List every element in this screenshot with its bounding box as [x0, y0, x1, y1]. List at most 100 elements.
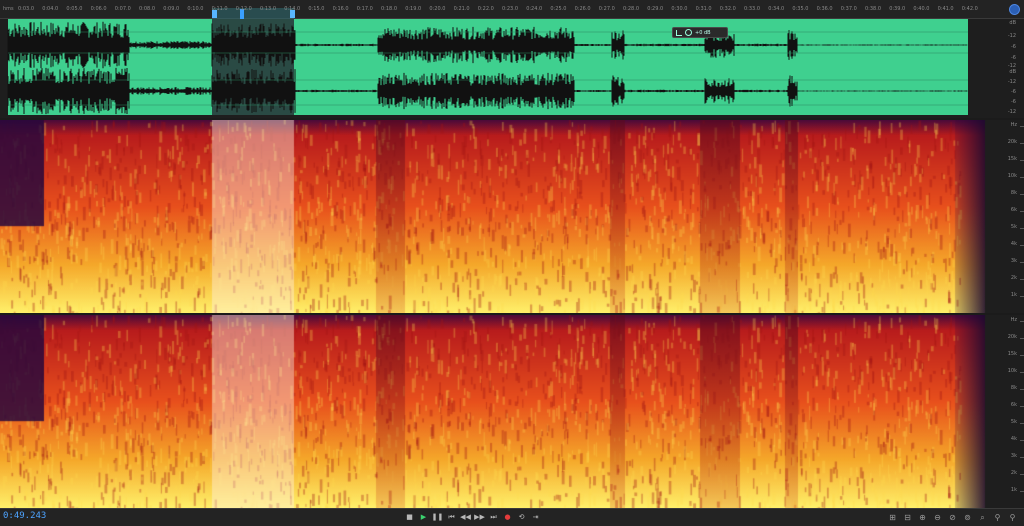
current-time-display[interactable]: 0:49.243 — [3, 511, 46, 521]
zoom-in-icon[interactable]: ⚲ — [992, 512, 1003, 523]
db-scale-label: -6 — [1011, 44, 1016, 50]
frequency-scale-label: 15k — [1007, 156, 1017, 162]
ruler-tick-label: 0:03.0 — [18, 6, 34, 12]
frequency-scale-tick — [1020, 457, 1024, 458]
frequency-scale-tick — [1020, 143, 1024, 144]
loop-icon[interactable]: ⟲ — [516, 512, 527, 523]
ruler-tick-label: 0:37.0 — [840, 6, 857, 12]
ruler-tick-label: 0:33.0 — [744, 6, 760, 12]
frequency-scale-label: 10k — [1007, 173, 1017, 179]
ruler-tick-label: 0:07.0 — [114, 6, 131, 12]
zoom-out-full-icon[interactable]: ⊚ — [962, 512, 973, 523]
ruler-tick-label: 0:04.0 — [42, 6, 59, 12]
frequency-scale-tick — [1020, 491, 1024, 492]
frequency-scale-label: 2k — [1010, 470, 1017, 476]
frequency-scale-tick — [1020, 423, 1024, 424]
frequency-scale-tick — [1020, 245, 1024, 246]
transport-bar: 0:49.243 ■ ▶ ❚❚ ⏮ ◀◀ ▶▶ ⏭ ● ⟲ ⇥ ⊞ ⊟ ⊕ ⊖ ⊘ ⊚ ⌕ ⚲ ⚲ — [0, 508, 1024, 526]
frequency-scale-tick — [1020, 406, 1024, 407]
ruler-tick-label: 0:15.0 — [308, 6, 325, 12]
zoom-in-time-icon[interactable]: ⊕ — [917, 512, 928, 523]
frequency-scale-label: Hz — [1010, 317, 1017, 323]
frequency-scale-label: 20k — [1007, 139, 1017, 145]
zoom-out-icon[interactable]: ⚲ — [1007, 512, 1018, 523]
frequency-scale-right: Hz 20k 15k 10k 8k 6k 5k 4k 3k 2k 1k — [984, 315, 1024, 508]
ruler-tick-label: 0:29.0 — [647, 6, 664, 12]
frequency-scale-label: 15k — [1007, 351, 1017, 357]
frequency-scale-tick — [1020, 474, 1024, 475]
db-scale-label: -6 — [1011, 89, 1016, 95]
stop-icon[interactable]: ■ — [404, 512, 415, 523]
ruler-tick-label: 0:40.0 — [913, 6, 930, 12]
frequency-scale-tick — [1020, 228, 1024, 229]
zoom-controls: ⊞ ⊟ ⊕ ⊖ ⊘ ⊚ ⌕ ⚲ ⚲ — [887, 512, 1018, 523]
frequency-scale-tick — [1020, 355, 1024, 356]
time-indicator-button[interactable] — [1009, 4, 1020, 15]
spectral-display-left[interactable]: Hz 20k 15k 10k 8k 6k 5k 4k 3k 2k 1k — [0, 120, 1024, 313]
frequency-scale-label: 4k — [1010, 436, 1017, 442]
go-to-end-icon[interactable]: ⏭ — [488, 512, 499, 523]
spectral-frequency-graph-right — [0, 315, 1024, 508]
pause-icon[interactable]: ❚❚ — [432, 512, 444, 523]
ruler-tick-label: 0:42.0 — [961, 6, 978, 12]
skip-selection-icon[interactable]: ⇥ — [530, 512, 541, 523]
frequency-scale-label: 8k — [1010, 385, 1017, 391]
waveform-channel-path — [7, 21, 968, 69]
frequency-scale-tick — [1020, 372, 1024, 373]
ruler-tick-label: 0:20.0 — [429, 6, 446, 12]
db-scale-label: -6 — [1011, 55, 1016, 61]
frequency-scale-label: 8k — [1010, 190, 1017, 196]
ruler-tick-label: 0:13.0 — [260, 6, 276, 12]
ruler-tick-label: 0:23.0 — [502, 6, 518, 12]
hud-volume-control[interactable]: +0 dB — [672, 27, 728, 38]
frequency-scale-label: 20k — [1007, 334, 1017, 340]
frequency-scale-label: 6k — [1010, 402, 1017, 408]
ruler-tick-label: 0:27.0 — [598, 6, 615, 12]
time-ruler[interactable]: hms 0:03.0 0:04.0 0:05.0 0:06.0 0:07.0 0:08.0… — [0, 0, 1024, 19]
ruler-unit-label: hms — [3, 6, 14, 12]
frequency-scale-label: 2k — [1010, 275, 1017, 281]
go-to-start-icon[interactable]: ⏮ — [446, 512, 457, 523]
zoom-selection-icon[interactable]: ⌕ — [977, 512, 988, 523]
frequency-scale-tick — [1020, 126, 1024, 127]
ruler-tick-label: 0:19.0 — [405, 6, 422, 12]
ruler-tick-label: 0:26.0 — [574, 6, 591, 12]
frequency-scale-tick — [1020, 296, 1024, 297]
ruler-tick-label: 0:24.0 — [526, 6, 543, 12]
record-icon[interactable]: ● — [502, 512, 513, 523]
ruler-tick-label: 0:41.0 — [937, 6, 954, 12]
ruler-tick-label: 0:12.0 — [235, 6, 252, 12]
ruler-tick-label: 0:35.0 — [792, 6, 809, 12]
play-icon[interactable]: ▶ — [418, 512, 429, 523]
frequency-scale-tick — [1020, 177, 1024, 178]
ruler-tick-label: 0:11.0 — [211, 6, 228, 12]
db-scale-label: -12 — [1007, 109, 1016, 115]
zoom-out-time-icon[interactable]: ⊖ — [932, 512, 943, 523]
frequency-scale-tick — [1020, 160, 1024, 161]
frequency-scale-label: 6k — [1010, 207, 1017, 213]
frequency-scale-label: 1k — [1010, 487, 1017, 493]
frequency-scale-label: 4k — [1010, 241, 1017, 247]
ruler-tick-label: 0:09.0 — [163, 6, 180, 12]
db-scale-label: dB — [1009, 20, 1016, 26]
waveform-panel[interactable]: +0 dB dB -12 -6 -6 -12 dB -12 -6 -6 -12 — [0, 19, 1024, 118]
ruler-tick-label: 0:39.0 — [889, 6, 906, 12]
frequency-scale-tick — [1020, 338, 1024, 339]
transport-controls: ■ ▶ ❚❚ ⏮ ◀◀ ▶▶ ⏭ ● ⟲ ⇥ — [404, 512, 541, 523]
zoom-out-amplitude-icon[interactable]: ⊟ — [902, 512, 913, 523]
spectral-display-right[interactable]: Hz 20k 15k 10k 8k 6k 5k 4k 3k 2k 1k — [0, 315, 1024, 508]
rewind-icon[interactable]: ◀◀ — [460, 512, 471, 523]
ruler-tick-label: 0:31.0 — [695, 6, 712, 12]
volume-dial-icon[interactable] — [685, 29, 692, 36]
frequency-scale-tick — [1020, 211, 1024, 212]
frequency-scale-label: 3k — [1010, 258, 1017, 264]
zoom-in-amplitude-icon[interactable]: ⊞ — [887, 512, 898, 523]
ruler-tick-label: 0:34.0 — [768, 6, 785, 12]
frequency-scale-label: 1k — [1010, 292, 1017, 298]
ruler-tick-label: 0:05.0 — [66, 6, 83, 12]
frequency-scale-tick — [1020, 262, 1024, 263]
frequency-scale-label: 10k — [1007, 368, 1017, 374]
zoom-in-playhead-icon[interactable]: ⊘ — [947, 512, 958, 523]
waveform-channel-path — [7, 67, 968, 115]
fast-forward-icon[interactable]: ▶▶ — [474, 512, 485, 523]
